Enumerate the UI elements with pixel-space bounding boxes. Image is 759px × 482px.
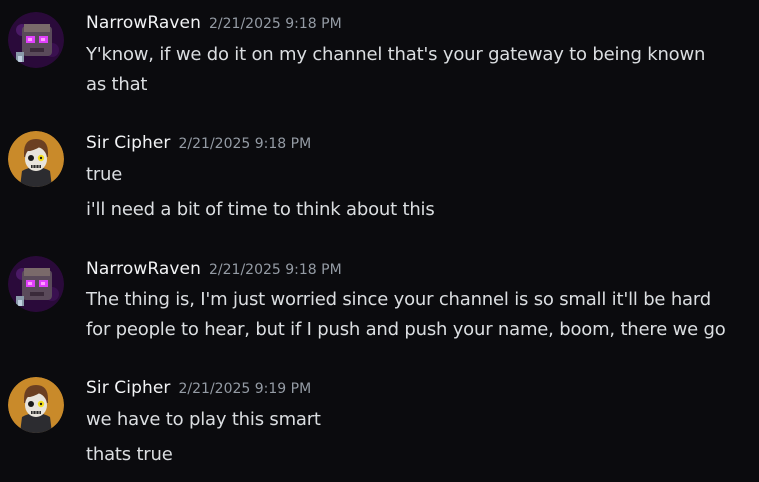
message-text: thats true	[86, 444, 173, 465]
timestamp: 2/21/2025 9:19 PM	[178, 381, 312, 397]
avatar[interactable]	[8, 256, 64, 312]
sircipher-avatar-icon	[8, 131, 64, 187]
avatar[interactable]	[8, 12, 64, 68]
avatar[interactable]	[8, 377, 64, 433]
message-text: as that	[86, 74, 148, 95]
sircipher-avatar-icon	[8, 377, 64, 433]
timestamp: 2/21/2025 9:18 PM	[209, 16, 342, 32]
username[interactable]: Sir Cipher	[86, 378, 171, 398]
message-text: we have to play this smart	[86, 409, 321, 430]
timestamp: 2/21/2025 9:18 PM	[178, 136, 312, 152]
narrowraven-avatar-icon	[8, 12, 64, 68]
message-text: true	[86, 164, 123, 185]
username[interactable]: NarrowRaven	[86, 13, 201, 33]
message-text: i'll need a bit of time to think about t…	[86, 199, 435, 220]
message-header: Sir Cipher 2/21/2025 9:18 PM	[86, 133, 311, 157]
username[interactable]: NarrowRaven	[86, 259, 201, 279]
avatar[interactable]	[8, 131, 64, 187]
message-text: The thing is, I'm just worried since you…	[86, 289, 711, 310]
message-text: Y'know, if we do it on my channel that's…	[86, 44, 706, 65]
username[interactable]: Sir Cipher	[86, 133, 171, 153]
message-header: NarrowRaven 2/21/2025 9:18 PM	[86, 13, 342, 37]
timestamp: 2/21/2025 9:18 PM	[209, 262, 342, 278]
message-header: NarrowRaven 2/21/2025 9:18 PM	[86, 259, 342, 283]
message-text: for people to hear, but if I push and pu…	[86, 319, 726, 340]
narrowraven-avatar-icon	[8, 256, 64, 312]
message-header: Sir Cipher 2/21/2025 9:19 PM	[86, 378, 311, 402]
